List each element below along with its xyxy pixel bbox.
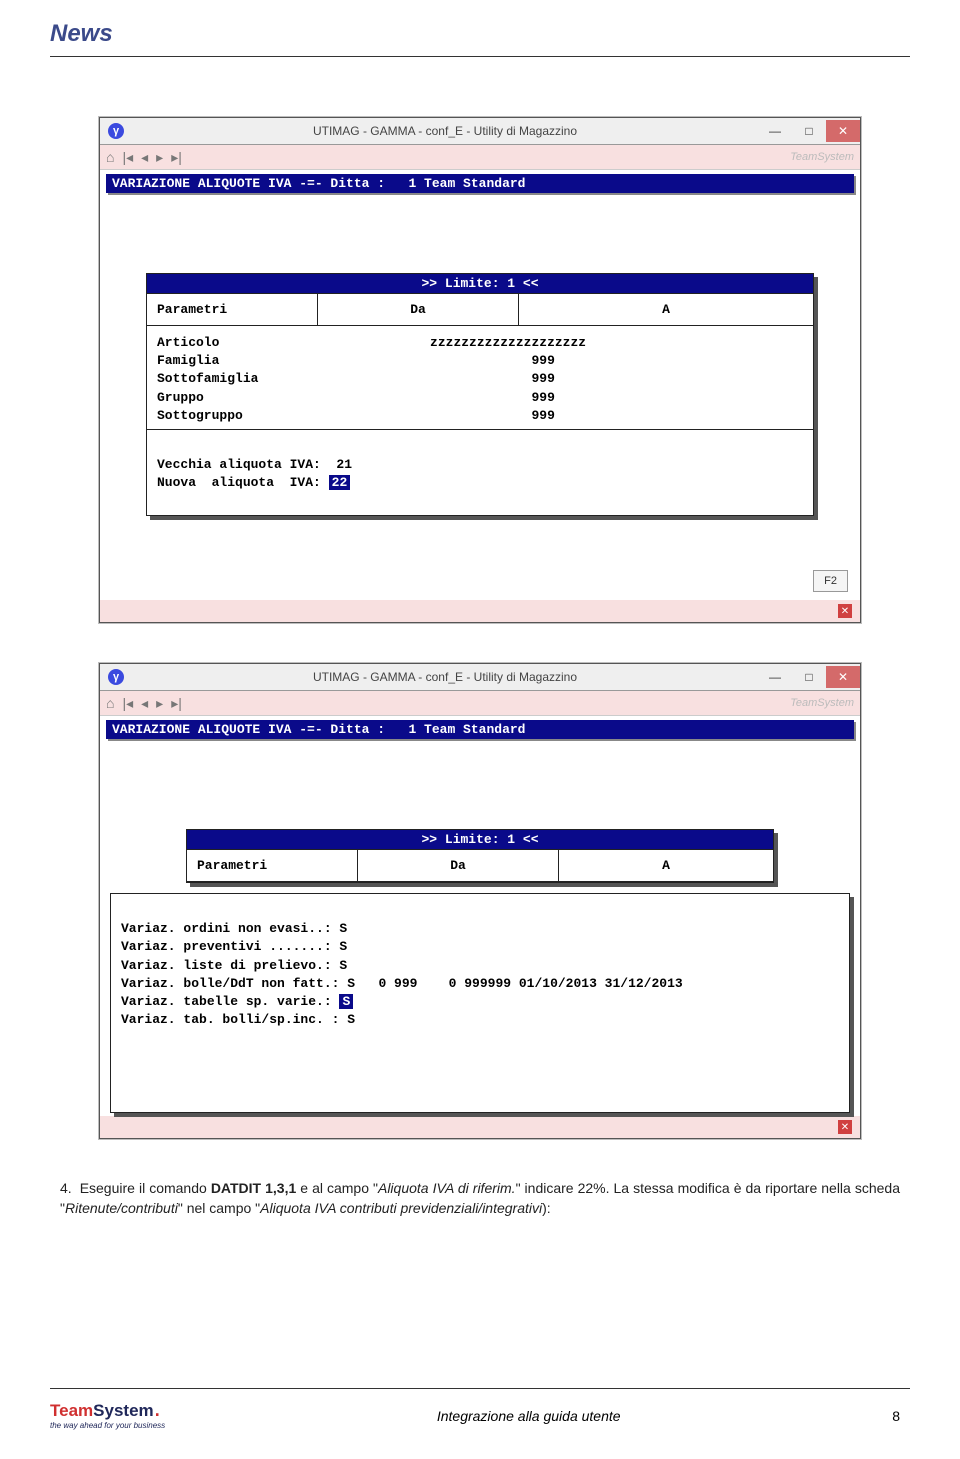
nav-next-icon[interactable]: ▸ (156, 149, 163, 166)
app-window-2: γ UTIMAG - GAMMA - conf_E - Utility di M… (99, 663, 861, 1139)
home-icon[interactable]: ⌂ (106, 149, 114, 165)
variaz-cursor-input[interactable]: S (339, 994, 353, 1009)
page-footer: TeamSystem. the way ahead for your busin… (50, 1388, 910, 1430)
titlebar: γ UTIMAG - GAMMA - conf_E - Utility di M… (100, 118, 860, 145)
maximize-button[interactable]: □ (792, 120, 826, 142)
variaz-panel: Variaz. ordini non evasi..: S Variaz. pr… (110, 893, 850, 1113)
window-title: UTIMAG - GAMMA - conf_E - Utility di Mag… (132, 124, 758, 138)
nav-last-icon[interactable]: ▸| (171, 695, 182, 712)
window-title: UTIMAG - GAMMA - conf_E - Utility di Mag… (132, 670, 758, 684)
toolbar: ⌂ |◂ ◂ ▸ ▸| TeamSystem (100, 145, 860, 170)
page-header: News (50, 20, 910, 48)
home-icon[interactable]: ⌂ (106, 695, 114, 711)
app-icon: γ (108, 669, 124, 685)
col-a: A (519, 294, 813, 325)
minimize-button[interactable]: — (758, 666, 792, 688)
footer-center: Integrazione alla guida utente (165, 1408, 892, 1424)
close-button[interactable]: ✕ (826, 666, 860, 688)
bottom-strip: ✕ (100, 600, 860, 622)
screen-title-bar: VARIAZIONE ALIQUOTE IVA -=- Ditta : 1 Te… (106, 174, 854, 193)
close-small-icon[interactable]: ✕ (838, 1120, 852, 1134)
f2-button[interactable]: F2 (813, 570, 848, 592)
param-header-row: Parametri Da A (147, 293, 813, 326)
app-icon: γ (108, 123, 124, 139)
nav-first-icon[interactable]: |◂ (122, 149, 133, 166)
nav-last-icon[interactable]: ▸| (171, 149, 182, 166)
col-da: Da (358, 850, 559, 881)
nav-prev-icon[interactable]: ◂ (141, 695, 148, 712)
param-header-row: Parametri Da A (187, 849, 773, 882)
col-parametri: Parametri (147, 294, 318, 325)
nav-prev-icon[interactable]: ◂ (141, 149, 148, 166)
nuova-aliquota-label: Nuova aliquota IVA: (157, 475, 329, 490)
param-panel: >> Limite: 1 << Parametri Da A Articolo … (146, 273, 814, 516)
footer-logo: TeamSystem. the way ahead for your busin… (50, 1401, 165, 1430)
nav-first-icon[interactable]: |◂ (122, 695, 133, 712)
limite-bar: >> Limite: 1 << (147, 274, 813, 293)
vecchia-aliquota: Vecchia aliquota IVA: 21 (157, 457, 352, 472)
nav-next-icon[interactable]: ▸ (156, 695, 163, 712)
variaz-cursor-label: Variaz. tabelle sp. varie.: (121, 994, 339, 1009)
col-da: Da (318, 294, 519, 325)
minimize-button[interactable]: — (758, 120, 792, 142)
footer-page-number: 8 (892, 1408, 910, 1424)
instruction-paragraph: 4.Eseguire il comando DATDIT 1,3,1 e al … (60, 1179, 900, 1218)
variaz-lines-post: Variaz. tab. bolli/sp.inc. : S (121, 1012, 355, 1027)
app-window-1: γ UTIMAG - GAMMA - conf_E - Utility di M… (99, 117, 861, 623)
col-a: A (559, 850, 773, 881)
variaz-lines-pre: Variaz. ordini non evasi..: S Variaz. pr… (121, 921, 683, 991)
titlebar: γ UTIMAG - GAMMA - conf_E - Utility di M… (100, 664, 860, 691)
close-small-icon[interactable]: ✕ (838, 604, 852, 618)
toolbar-brand: TeamSystem (790, 151, 854, 163)
header-divider (50, 56, 910, 57)
limite-bar: >> Limite: 1 << (187, 830, 773, 849)
screen-title-bar: VARIAZIONE ALIQUOTE IVA -=- Ditta : 1 Te… (106, 720, 854, 739)
param-rows: Articolo zzzzzzzzzzzzzzzzzzzz Famiglia 9… (147, 326, 813, 429)
nuova-aliquota-input[interactable]: 22 (329, 475, 351, 490)
toolbar-brand: TeamSystem (790, 697, 854, 709)
col-parametri: Parametri (187, 850, 358, 881)
bottom-strip: ✕ (100, 1116, 860, 1138)
toolbar: ⌂ |◂ ◂ ▸ ▸| TeamSystem (100, 691, 860, 716)
maximize-button[interactable]: □ (792, 666, 826, 688)
close-button[interactable]: ✕ (826, 120, 860, 142)
